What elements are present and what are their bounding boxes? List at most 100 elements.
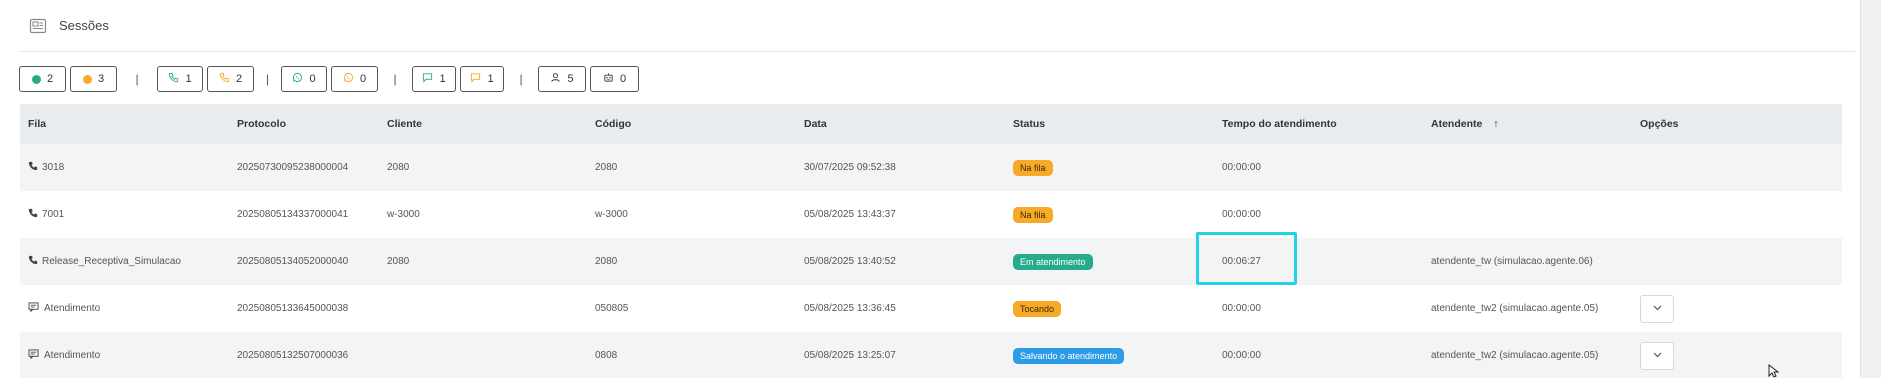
focus-highlight	[1196, 232, 1297, 285]
fila-cell: 3018	[28, 161, 64, 174]
sessions-icon	[29, 17, 47, 35]
phone-icon	[219, 72, 230, 86]
robot-icon	[603, 72, 614, 86]
table-row[interactable]: Atendimento 20250805133645000038 050805 …	[20, 285, 1842, 332]
col-codigo[interactable]: Código	[595, 118, 631, 130]
protocolo-cell: 20250730095238000004	[237, 162, 349, 173]
cliente-cell: 2080	[387, 256, 410, 267]
counter-online[interactable]: 2	[19, 66, 66, 92]
counter-value: 2	[235, 73, 243, 85]
counter-paused[interactable]: 3	[70, 66, 117, 92]
data-cell: 05/08/2025 13:25:07	[804, 350, 896, 361]
fila-label: Release_Receptiva_Simulacao	[42, 256, 181, 267]
data-cell: 05/08/2025 13:43:37	[804, 209, 896, 220]
session-counters: 2 3 | 1 2 | 0 0 | 1 1 | 5 0	[19, 66, 639, 92]
fila-label: Atendimento	[44, 303, 101, 314]
codigo-cell: 2080	[595, 256, 618, 267]
cliente-cell: 2080	[387, 162, 410, 173]
col-tempo[interactable]: Tempo do atendimento	[1222, 118, 1337, 130]
counter-calls-waiting[interactable]: 2	[207, 66, 254, 92]
counter-chat-active[interactable]: 1	[412, 66, 456, 92]
counter-whatsapp-active[interactable]: 0	[281, 66, 327, 92]
fila-label: 3018	[42, 162, 65, 173]
phone-icon	[28, 255, 38, 268]
counter-value: 1	[439, 73, 446, 85]
data-cell: 05/08/2025 13:36:45	[804, 303, 896, 314]
status-badge: Na fila	[1013, 206, 1053, 223]
sessions-page: Sessões 2 3 | 1 2 | 0 0 | 1 1 | 5 0 Fila…	[0, 0, 1881, 378]
status-cell: Em atendimento	[1013, 253, 1093, 270]
fila-cell: 7001	[28, 208, 64, 221]
protocolo-cell: 20250805132507000036	[237, 350, 349, 361]
atendente-cell: atendente_tw2 (simulacao.agente.05)	[1431, 303, 1599, 314]
orange-dot-icon	[82, 74, 92, 84]
col-cliente[interactable]: Cliente	[387, 118, 422, 130]
separator: |	[519, 72, 523, 86]
tempo-cell: 00:00:00	[1222, 350, 1261, 361]
sessions-table: Fila Protocolo Cliente Código Data Statu…	[20, 104, 1842, 378]
counter-value: 1	[487, 73, 494, 85]
col-status[interactable]: Status	[1013, 118, 1045, 130]
vertical-scrollbar[interactable]	[1860, 0, 1881, 378]
protocolo-cell: 20250805134337000041	[237, 209, 349, 220]
fila-cell: Atendimento	[28, 302, 100, 315]
chevron-down-icon	[1653, 350, 1662, 361]
counter-value: 3	[97, 73, 105, 85]
table-header: Fila Protocolo Cliente Código Data Statu…	[20, 104, 1842, 144]
page-header: Sessões	[20, 0, 1855, 52]
counter-bots[interactable]: 0	[590, 66, 639, 92]
separator: |	[135, 72, 139, 86]
options-dropdown-button[interactable]	[1640, 341, 1674, 370]
codigo-cell: 2080	[595, 162, 618, 173]
atendente-cell: atendente_tw2 (simulacao.agente.05)	[1431, 350, 1599, 361]
col-fila[interactable]: Fila	[28, 118, 46, 130]
col-protocolo[interactable]: Protocolo	[237, 118, 286, 130]
fila-label: Atendimento	[44, 350, 101, 361]
tempo-cell: 00:00:00	[1222, 209, 1261, 220]
col-atendente[interactable]: Atendente ↑	[1431, 118, 1499, 130]
status-badge: Salvando o atendimento	[1013, 347, 1125, 364]
phone-icon	[28, 208, 38, 221]
col-atendente-label: Atendente	[1431, 118, 1483, 130]
protocolo-cell: 20250805134052000040	[237, 256, 349, 267]
col-data[interactable]: Data	[804, 118, 827, 130]
counter-chat-waiting[interactable]: 1	[460, 66, 504, 92]
separator: |	[265, 72, 270, 86]
chat-icon	[28, 349, 40, 362]
sort-asc-icon: ↑	[1493, 118, 1499, 130]
whatsapp-icon	[292, 72, 303, 86]
atendente-cell: atendente_tw (simulacao.agente.06)	[1431, 256, 1593, 267]
counter-calls-active[interactable]: 1	[157, 66, 203, 92]
phone-icon	[168, 72, 179, 86]
data-cell: 30/07/2025 09:52:38	[804, 162, 896, 173]
options-dropdown-button[interactable]	[1640, 294, 1674, 323]
counter-value: 5	[567, 73, 574, 85]
status-badge: Na fila	[1013, 159, 1053, 176]
counter-whatsapp-waiting[interactable]: 0	[331, 66, 378, 92]
separator: |	[393, 72, 397, 86]
counter-value: 0	[619, 73, 627, 85]
counter-value: 0	[309, 73, 316, 85]
chat-icon	[28, 302, 40, 315]
status-cell: Na fila	[1013, 159, 1053, 176]
counter-value: 2	[46, 73, 54, 85]
fila-label: 7001	[42, 209, 65, 220]
cliente-cell: w-3000	[387, 209, 420, 220]
chat-icon	[470, 72, 481, 86]
green-dot-icon	[31, 74, 41, 84]
user-icon	[550, 72, 561, 86]
status-cell: Salvando o atendimento	[1013, 347, 1125, 364]
status-cell: Na fila	[1013, 206, 1053, 223]
status-badge: Tocando	[1013, 300, 1062, 317]
page-title: Sessões	[59, 18, 109, 33]
table-row[interactable]: Atendimento 20250805132507000036 0808 05…	[20, 332, 1842, 378]
status-cell: Tocando	[1013, 300, 1062, 317]
codigo-cell: 050805	[595, 303, 629, 314]
table-row[interactable]: 3018 20250730095238000004 2080 2080 30/0…	[20, 144, 1842, 191]
table-row[interactable]: 7001 20250805134337000041 w-3000 w-3000 …	[20, 191, 1842, 238]
whatsapp-icon	[343, 72, 354, 86]
table-row[interactable]: Release_Receptiva_Simulacao 202508051340…	[20, 238, 1842, 285]
counter-value: 1	[185, 73, 192, 85]
tempo-cell: 00:00:00	[1222, 303, 1261, 314]
counter-agents[interactable]: 5	[538, 66, 586, 92]
